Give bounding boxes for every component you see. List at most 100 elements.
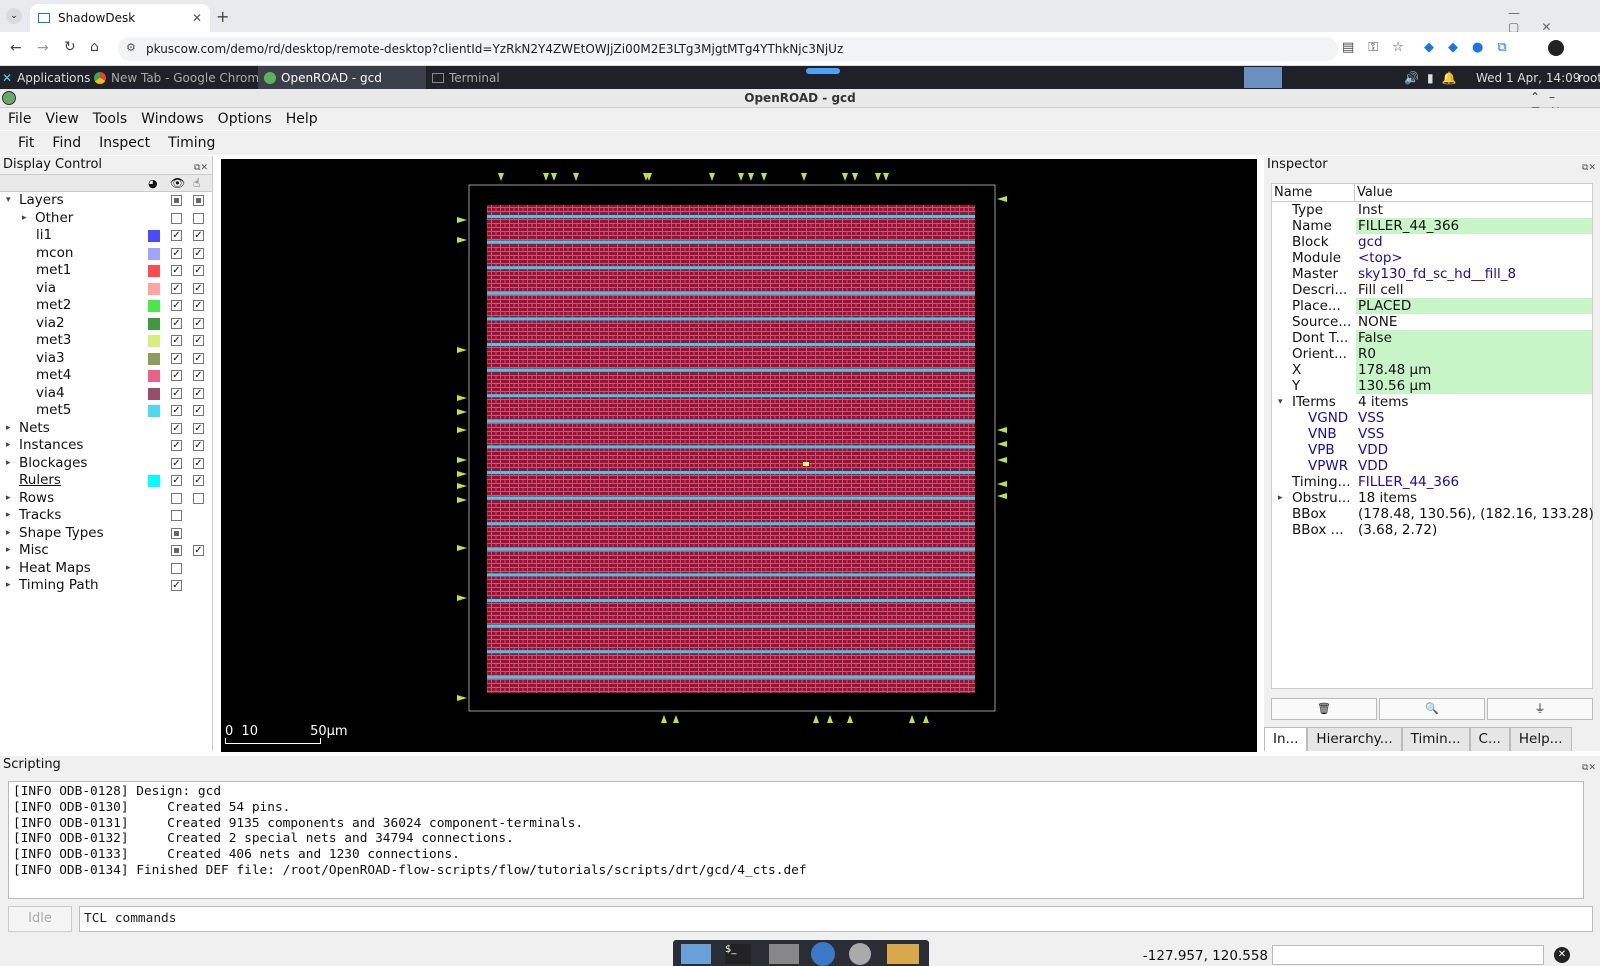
visible-checkbox[interactable]: ✓: [171, 405, 182, 416]
clock[interactable]: Wed 1 Apr, 14:09: [1476, 66, 1580, 89]
expander-icon[interactable]: ▸: [6, 490, 11, 508]
visible-checkbox[interactable]: [171, 195, 182, 206]
inspector-row[interactable]: Source... NONE: [1272, 314, 1592, 330]
desktop-icon[interactable]: [681, 944, 711, 964]
layer-row-rows[interactable]: ▸ Rows: [0, 490, 212, 508]
layer-row-via4[interactable]: via4 ✓ ✓: [0, 385, 212, 403]
fit-button[interactable]: Fit: [10, 135, 42, 151]
menu-windows[interactable]: Windows: [133, 111, 210, 127]
inspector-row[interactable]: X 178.48 μm: [1272, 362, 1592, 378]
selectable-checkbox[interactable]: ✓: [193, 440, 204, 451]
tab-hierarchy[interactable]: Hierarchy...: [1307, 727, 1402, 751]
property-value[interactable]: 130.56 μm: [1356, 378, 1592, 394]
layer-row-met4[interactable]: met4 ✓ ✓: [0, 367, 212, 385]
layer-row-via[interactable]: via ✓ ✓: [0, 280, 212, 298]
visible-checkbox[interactable]: [171, 492, 182, 504]
color-swatch[interactable]: [148, 370, 160, 382]
color-swatch[interactable]: [148, 475, 160, 487]
layer-row-met3[interactable]: met3 ✓ ✓: [0, 332, 212, 350]
property-value[interactable]: <top>: [1356, 250, 1592, 266]
status-search-box[interactable]: [1272, 945, 1544, 965]
selectable-checkbox[interactable]: [193, 212, 204, 224]
selectable-checkbox[interactable]: ✓: [193, 300, 204, 311]
clear-icon[interactable]: ⏚: [1487, 698, 1593, 720]
expander-icon[interactable]: ▸: [6, 577, 11, 595]
visible-checkbox[interactable]: ✓: [171, 265, 182, 276]
expander-icon[interactable]: ▾: [6, 192, 11, 210]
layer-row-heat-maps[interactable]: ▸ Heat Maps: [0, 560, 212, 578]
property-value[interactable]: R0: [1356, 346, 1592, 362]
expander-icon[interactable]: ▸: [6, 507, 11, 525]
inspector-row[interactable]: VPWR VDD: [1272, 458, 1592, 474]
selectable-checkbox[interactable]: ✓: [193, 457, 204, 469]
layer-row-met1[interactable]: met1 ✓ ✓: [0, 262, 212, 280]
layer-row-blockages[interactable]: ▸ Blockages ✓ ✓: [0, 455, 212, 473]
visible-checkbox[interactable]: ✓: [171, 370, 182, 381]
layout-view[interactable]: [221, 159, 1257, 752]
color-swatch[interactable]: [148, 300, 160, 312]
visible-checkbox[interactable]: [171, 212, 182, 224]
selectable-checkbox[interactable]: ✓: [193, 282, 204, 294]
visible-checkbox[interactable]: ✓: [171, 422, 182, 434]
selectable-checkbox[interactable]: ✓: [193, 247, 204, 259]
browser-icon[interactable]: [811, 942, 835, 966]
visible-checkbox[interactable]: [171, 527, 182, 539]
layer-row-shape-types[interactable]: ▸ Shape Types: [0, 525, 212, 543]
browser-action-icons[interactable]: ▤⚿☆: [1342, 40, 1418, 55]
visible-checkbox[interactable]: [171, 545, 182, 556]
expander-icon[interactable]: ▸: [6, 455, 11, 473]
url-field[interactable]: ⚙ pkuscow.com/demo/rd/desktop/remote-des…: [118, 37, 1338, 61]
property-value[interactable]: False: [1356, 330, 1592, 346]
visible-checkbox[interactable]: ✓: [171, 282, 182, 294]
property-value[interactable]: sky130_fd_sc_hd__fill_8: [1356, 266, 1592, 282]
selectable-checkbox[interactable]: [193, 492, 204, 504]
property-value[interactable]: PLACED: [1356, 298, 1592, 314]
inspector-row[interactable]: VGND VSS: [1272, 410, 1592, 426]
files-icon[interactable]: [769, 944, 799, 964]
property-value[interactable]: VDD: [1356, 458, 1592, 474]
browser-tab[interactable]: ShadowDesk ✕: [30, 4, 210, 32]
property-value[interactable]: 178.48 μm: [1356, 362, 1592, 378]
color-swatch[interactable]: [148, 247, 160, 260]
property-value[interactable]: VDD: [1356, 442, 1592, 458]
selectable-checkbox[interactable]: ✓: [193, 317, 204, 329]
inspector-row[interactable]: ▾ ITerms 4 items: [1272, 394, 1592, 410]
folder-icon[interactable]: [887, 944, 919, 964]
visible-checkbox[interactable]: ✓: [171, 440, 182, 451]
delete-icon[interactable]: 🗑: [1271, 698, 1377, 720]
visible-checkbox[interactable]: ✓: [171, 457, 182, 469]
selectable-checkbox[interactable]: ✓: [193, 405, 204, 416]
menu-tools[interactable]: Tools: [85, 111, 134, 127]
inspector-row[interactable]: VNB VSS: [1272, 426, 1592, 442]
window-controls[interactable]: —▢✕: [1508, 6, 1600, 34]
layer-row-layers[interactable]: ▾ Layers: [0, 192, 212, 210]
profile-avatar[interactable]: [1548, 40, 1564, 56]
color-swatch[interactable]: [148, 265, 160, 277]
visible-checkbox[interactable]: ✓: [171, 300, 182, 311]
reload-icon[interactable]: ↻: [64, 39, 76, 55]
inspector-row[interactable]: BBox ... (3.68, 2.72): [1272, 522, 1592, 538]
inspector-row[interactable]: Module <top>: [1272, 250, 1592, 266]
inspector-row[interactable]: VPB VDD: [1272, 442, 1592, 458]
expander-icon[interactable]: ▾: [1278, 394, 1283, 410]
menu-file[interactable]: File: [0, 111, 37, 127]
color-swatch[interactable]: [148, 405, 160, 417]
tab-inspector[interactable]: In...: [1264, 727, 1308, 751]
taskbar-item-chrome[interactable]: New Tab - Google Chrome: [94, 66, 266, 89]
selectable-checkbox[interactable]: ✓: [193, 545, 204, 556]
selectable-checkbox[interactable]: [193, 195, 204, 206]
property-value[interactable]: VSS: [1356, 426, 1592, 442]
inspector-row[interactable]: Type Inst: [1272, 202, 1592, 218]
visible-checkbox[interactable]: ✓: [171, 317, 182, 329]
layer-row-met5[interactable]: met5 ✓ ✓: [0, 402, 212, 420]
visible-checkbox[interactable]: ✓: [171, 387, 182, 399]
inspector-row[interactable]: Timing... FILLER_44_366: [1272, 474, 1592, 490]
new-tab-icon[interactable]: +: [216, 7, 229, 26]
site-info-icon[interactable]: ⚙: [126, 41, 136, 54]
inspector-row[interactable]: Y 130.56 μm: [1272, 378, 1592, 394]
layer-row-mcon[interactable]: mcon ✓ ✓: [0, 245, 212, 263]
search-icon[interactable]: [849, 943, 871, 965]
selectable-checkbox[interactable]: ✓: [193, 352, 204, 364]
forward-icon[interactable]: →: [37, 40, 49, 56]
back-icon[interactable]: ←: [10, 40, 22, 56]
